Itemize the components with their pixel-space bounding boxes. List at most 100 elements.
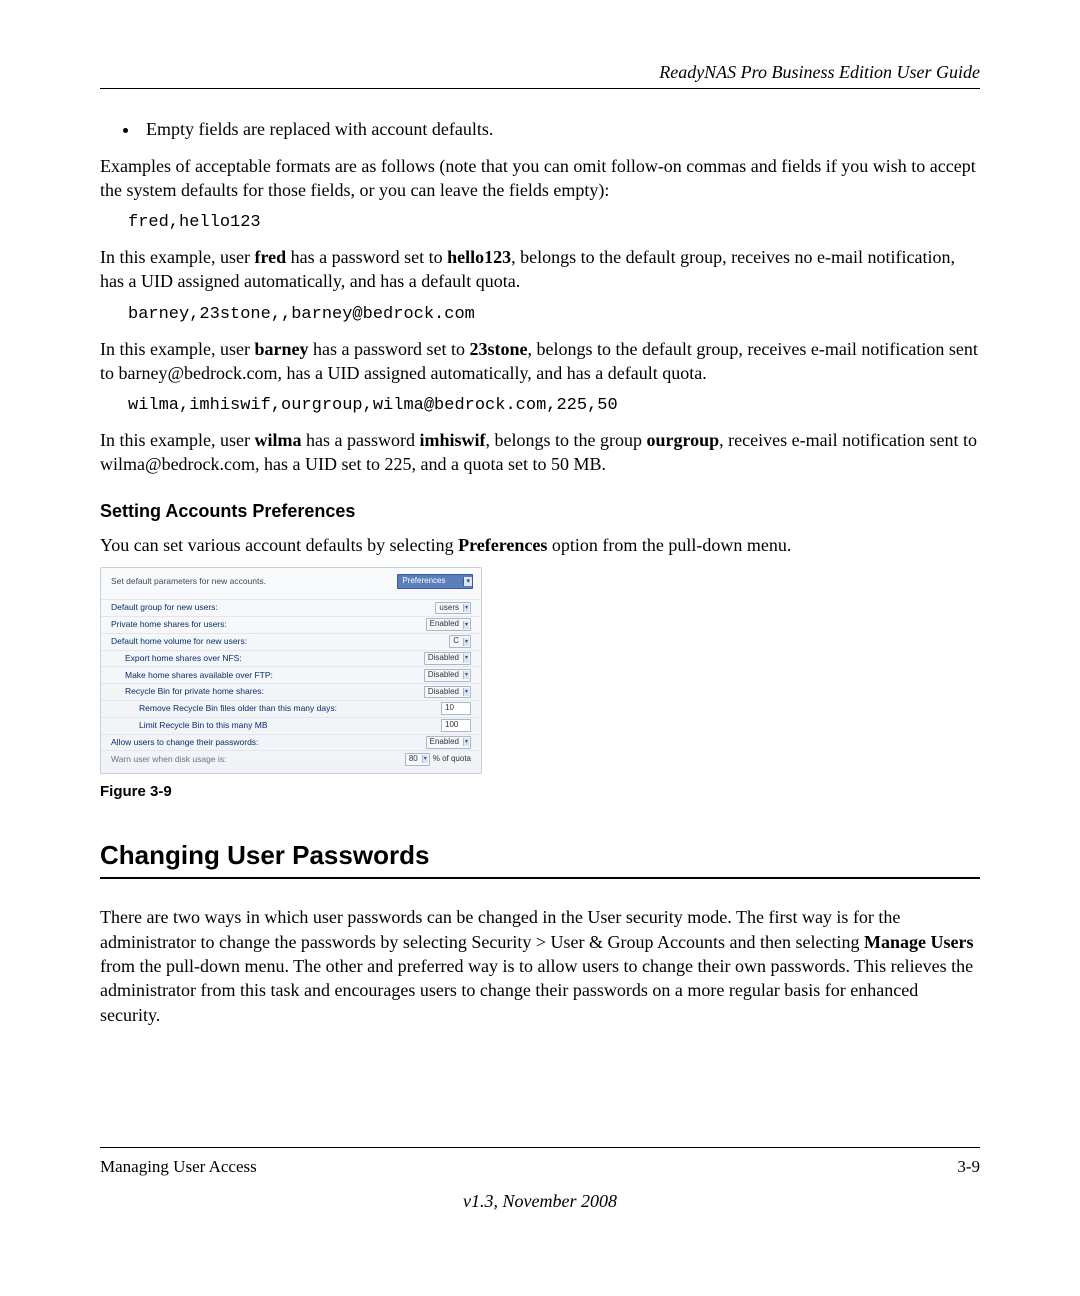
bold-hello123: hello123 <box>447 247 511 267</box>
chevron-down-icon: ▾ <box>463 654 469 662</box>
chevron-down-icon: ▾ <box>463 638 469 646</box>
pref-label: Private home shares for users: <box>111 619 426 630</box>
text: In this example, user <box>100 339 254 359</box>
pref-control[interactable]: users ▾ <box>435 602 471 615</box>
select-value: users <box>439 603 459 614</box>
pref-label: Allow users to change their passwords: <box>111 737 426 748</box>
input-value[interactable]: 100 <box>441 719 471 732</box>
paragraph-preferences: You can set various account defaults by … <box>100 533 980 557</box>
pref-row: Default home volume for new users:C▾ <box>101 633 481 650</box>
heading-changing-user-passwords: Changing User Passwords <box>100 838 980 873</box>
pref-control[interactable]: Disabled▾ <box>424 686 471 699</box>
pref-row: Make home shares available over FTP:Disa… <box>101 666 481 683</box>
code-example-1: fred,hello123 <box>128 212 980 235</box>
pref-label: Default home volume for new users: <box>111 636 449 647</box>
pref-control[interactable]: 100 <box>441 719 471 732</box>
text: has a password set to <box>308 339 469 359</box>
text: has a password set to <box>286 247 447 267</box>
pref-label: Recycle Bin for private home shares: <box>111 686 424 697</box>
pref-label: Warn user when disk usage is: <box>111 754 405 765</box>
footer-rule <box>100 1147 980 1148</box>
select-value: Enabled <box>430 737 459 748</box>
select[interactable]: Disabled ▾ <box>424 652 471 665</box>
bold-manage-users: Manage Users <box>864 932 973 952</box>
chevron-down-icon: ▾ <box>463 577 472 586</box>
footer-version: v1.3, November 2008 <box>100 1189 980 1213</box>
text: In this example, user <box>100 430 254 450</box>
select-value: C <box>453 636 459 647</box>
chevron-down-icon: ▾ <box>463 604 469 612</box>
select[interactable]: Disabled ▾ <box>424 669 471 682</box>
select[interactable]: Enabled▾ <box>426 736 471 749</box>
pref-row: Limit Recycle Bin to this many MB100 <box>101 717 481 734</box>
select[interactable]: 80▾ <box>405 753 430 766</box>
bold-ourgroup: ourgroup <box>646 430 719 450</box>
text: , belongs to the group <box>485 430 646 450</box>
bold-imhiswif: imhiswif <box>419 430 485 450</box>
bold-wilma: wilma <box>254 430 301 450</box>
select-value: Enabled <box>430 619 459 630</box>
pref-label: Make home shares available over FTP: <box>111 670 424 681</box>
code-example-2: barney,23stone,,barney@bedrock.com <box>128 304 980 327</box>
bold-23stone: 23stone <box>469 339 527 359</box>
heading-rule <box>100 877 980 879</box>
pref-control[interactable]: C▾ <box>449 635 471 648</box>
footer-section-title: Managing User Access <box>100 1156 257 1179</box>
text: from the pull-down menu. The other and p… <box>100 956 973 1025</box>
pref-row: Allow users to change their passwords:En… <box>101 734 481 751</box>
text: You can set various account defaults by … <box>100 535 458 555</box>
figure-preferences-panel: Set default parameters for new accounts.… <box>100 567 482 774</box>
pref-control[interactable]: Enabled ▾ <box>426 618 471 631</box>
pref-label: Remove Recycle Bin files older than this… <box>111 703 441 714</box>
figure-caption: Figure 3-9 <box>100 782 980 802</box>
pref-row: Recycle Bin for private home shares:Disa… <box>101 683 481 700</box>
select-value: 80 <box>409 754 418 765</box>
pref-row: Private home shares for users: Enabled ▾ <box>101 616 481 633</box>
heading-setting-accounts-preferences: Setting Accounts Preferences <box>100 499 980 523</box>
pref-control[interactable]: Disabled ▾ <box>424 652 471 665</box>
text: There are two ways in which user passwor… <box>100 907 900 951</box>
pref-label: Export home shares over NFS: <box>111 653 424 664</box>
pref-row: Warn user when disk usage is:80▾ % of qu… <box>101 750 481 767</box>
running-header: ReadyNAS Pro Business Edition User Guide <box>100 60 980 84</box>
preferences-dropdown-label: Preferences <box>398 575 463 588</box>
pref-control[interactable]: Enabled▾ <box>426 736 471 749</box>
text: option from the pull-down menu. <box>547 535 791 555</box>
figure-header: Set default parameters for new accounts.… <box>101 568 481 599</box>
code-example-3: wilma,imhiswif,ourgroup,wilma@bedrock.co… <box>128 395 980 418</box>
pref-control[interactable]: Disabled ▾ <box>424 669 471 682</box>
paragraph-changing-passwords: There are two ways in which user passwor… <box>100 905 980 1026</box>
select[interactable]: C▾ <box>449 635 471 648</box>
input-value[interactable]: 10 <box>441 702 471 715</box>
paragraph-barney: In this example, user barney has a passw… <box>100 337 980 386</box>
chevron-down-icon: ▾ <box>463 621 469 629</box>
suffix-text: % of quota <box>433 754 471 765</box>
paragraph-fred: In this example, user fred has a passwor… <box>100 245 980 294</box>
pref-row: Remove Recycle Bin files older than this… <box>101 700 481 717</box>
select-value: Disabled <box>428 653 459 664</box>
paragraph-examples-intro: Examples of acceptable formats are as fo… <box>100 154 980 203</box>
pref-label: Limit Recycle Bin to this many MB <box>111 720 441 731</box>
pref-row: Default group for new users: users ▾ <box>101 599 481 616</box>
footer-page-number: 3-9 <box>957 1156 980 1179</box>
page-footer: Managing User Access 3-9 v1.3, November … <box>100 1147 980 1213</box>
select-value: Disabled <box>428 687 459 698</box>
text: has a password <box>301 430 419 450</box>
chevron-down-icon: ▾ <box>463 671 469 679</box>
pref-row: Export home shares over NFS: Disabled ▾ <box>101 650 481 667</box>
pref-label: Default group for new users: <box>111 602 435 613</box>
bullet-list: Empty fields are replaced with account d… <box>100 117 980 141</box>
preferences-dropdown[interactable]: Preferences ▾ <box>397 574 473 589</box>
figure-title-text: Set default parameters for new accounts. <box>111 576 266 587</box>
pref-control[interactable]: 10 <box>441 702 471 715</box>
paragraph-wilma: In this example, user wilma has a passwo… <box>100 428 980 477</box>
select-value: Disabled <box>428 670 459 681</box>
bold-preferences: Preferences <box>458 535 547 555</box>
select[interactable]: users ▾ <box>435 602 471 615</box>
select[interactable]: Enabled ▾ <box>426 618 471 631</box>
bullet-item: Empty fields are replaced with account d… <box>140 117 980 141</box>
bold-fred: fred <box>254 247 286 267</box>
pref-control[interactable]: 80▾ % of quota <box>405 753 471 766</box>
select[interactable]: Disabled▾ <box>424 686 471 699</box>
header-rule <box>100 88 980 89</box>
